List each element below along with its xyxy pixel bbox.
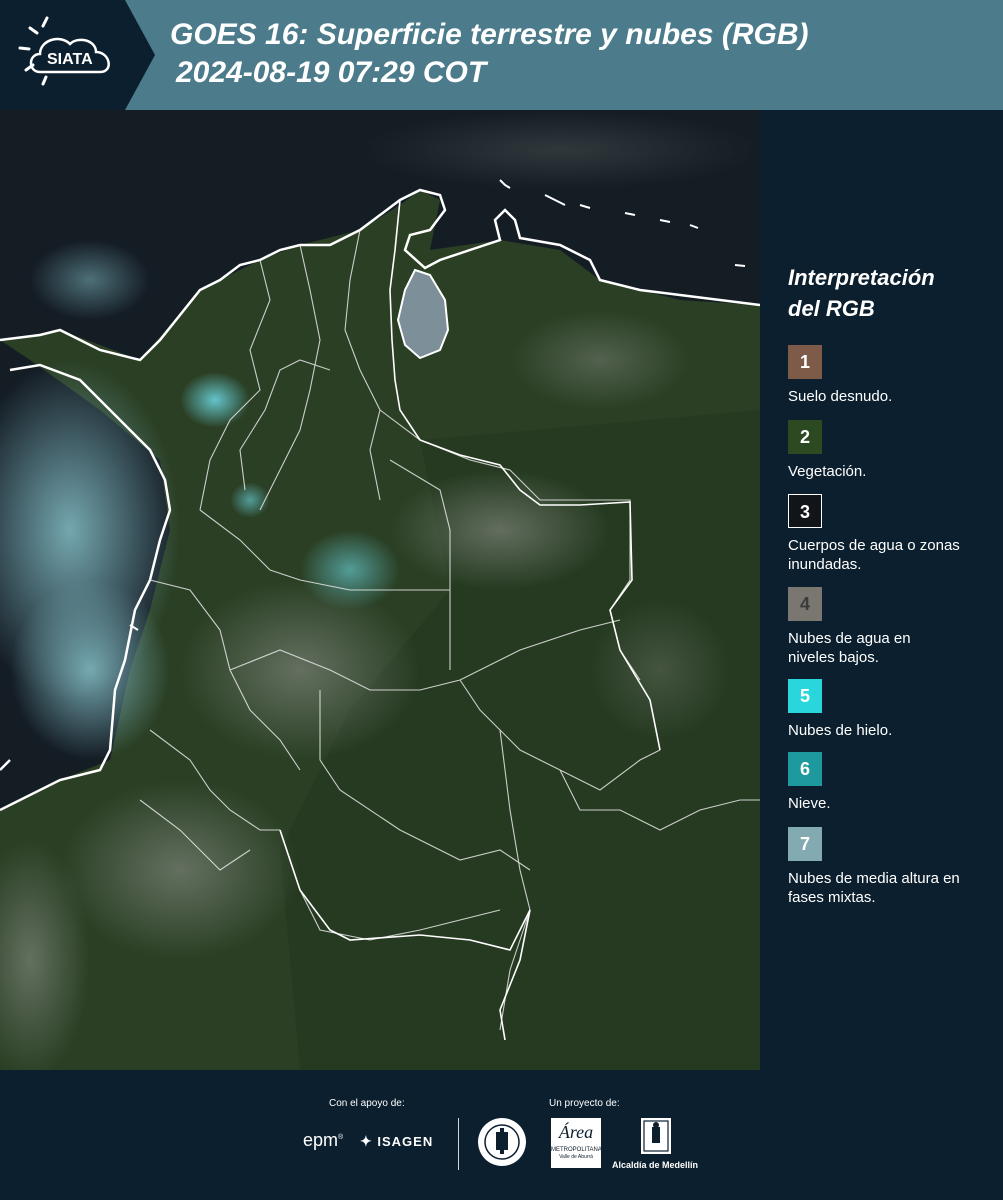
title-line-2: 2024-08-19 07:29 COT — [176, 56, 487, 89]
legend-title: Interpretación del RGB — [788, 262, 935, 324]
legend-title-line-2: del RGB — [788, 296, 875, 321]
legend-item-mid-level-clouds: 7 Nubes de media altura en fases mixtas. — [788, 827, 998, 907]
legend-swatch-4: 4 — [788, 587, 822, 621]
legend-label-5: Nubes de hielo. — [788, 722, 893, 739]
legend-item-ice-clouds: 5 Nubes de hielo. — [788, 679, 998, 740]
satellite-map — [0, 110, 760, 1070]
legend-item-snow: 6 Nieve. — [788, 752, 998, 813]
legend-swatch-5: 5 — [788, 679, 822, 713]
siata-logo-text: SIATA — [47, 51, 93, 68]
area-logo-sub2: Valle de Aburrá — [559, 1154, 593, 1160]
isagen-logo-text: ISAGEN — [377, 1134, 434, 1149]
legend-title-line-1: Interpretación — [788, 265, 935, 290]
legend-label-4: Nubes de agua en niveles bajos. — [788, 630, 911, 666]
legend-label-3: Cuerpos de agua o zonas inundadas. — [788, 537, 960, 573]
legend-label-2: Vegetación. — [788, 463, 867, 480]
legend-item-vegetation: 2 Vegetación. — [788, 420, 998, 481]
university-seal-icon — [477, 1116, 527, 1173]
project-label: Un proyecto de: — [549, 1098, 620, 1109]
legend-swatch-3: 3 — [788, 494, 822, 528]
legend-item-low-water-clouds: 4 Nubes de agua en niveles bajos. — [788, 587, 998, 667]
epm-logo: epm® — [303, 1130, 344, 1150]
epm-logo-text: epm — [303, 1130, 339, 1150]
footer: Con el apoyo de: Un proyecto de: epm® ✦ … — [0, 1070, 1003, 1200]
siata-logo: SIATA — [0, 0, 155, 110]
legend-swatch-7: 7 — [788, 827, 822, 861]
title-line-1: GOES 16: Superficie terrestre y nubes (R… — [170, 18, 809, 51]
legend-swatch-1: 1 — [788, 345, 822, 379]
header-bar: SIATA GOES 16: Superficie terrestre y nu… — [0, 0, 1003, 110]
support-label: Con el apoyo de: — [329, 1098, 405, 1109]
legend-label-1: Suelo desnudo. — [788, 388, 893, 405]
alcaldia-seal-icon — [641, 1118, 671, 1154]
legend-swatch-2: 2 — [788, 420, 822, 454]
legend-item-water-bodies: 3 Cuerpos de agua o zonas inundadas. — [788, 494, 998, 574]
area-logo-sub1: METROPOLITANA — [551, 1147, 602, 1153]
legend-label-7: Nubes de media altura en fases mixtas. — [788, 870, 960, 906]
footer-divider — [458, 1118, 459, 1170]
area-logo-text: Área — [558, 1122, 594, 1142]
legend-item-bare-soil: 1 Suelo desnudo. — [788, 345, 998, 406]
alcaldia-label: Alcaldía de Medellín — [612, 1160, 699, 1170]
page-title: GOES 16: Superficie terrestre y nubes (R… — [170, 16, 809, 92]
legend-swatch-6: 6 — [788, 752, 822, 786]
isagen-logo: ✦ ISAGEN — [360, 1133, 433, 1150]
area-metropolitana-logo: Área METROPOLITANA Valle de Aburrá — [551, 1118, 602, 1168]
isagen-mark-icon: ✦ — [360, 1133, 373, 1149]
legend-label-6: Nieve. — [788, 795, 831, 812]
legend-panel: Interpretación del RGB 1 Suelo desnudo. … — [760, 110, 1003, 1070]
